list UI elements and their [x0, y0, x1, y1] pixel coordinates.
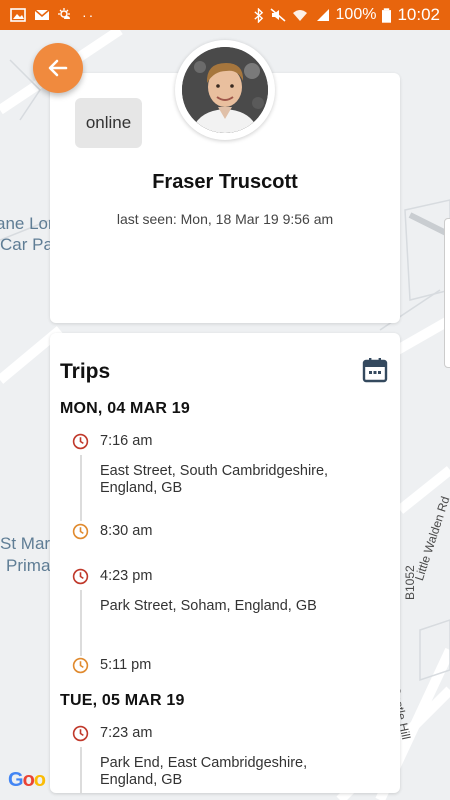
trip-time: 4:23 pm [100, 568, 153, 584]
battery-icon [382, 7, 392, 23]
map-label: ane Lor [0, 214, 54, 233]
map-control-edge[interactable] [444, 218, 450, 368]
back-button[interactable] [33, 43, 83, 93]
trip-address: Park End, East Cambridgeshire, England, … [100, 755, 308, 788]
trip-time: 5:11 pm [100, 657, 152, 673]
clock-start-icon [72, 433, 89, 450]
battery-level: 100% [335, 6, 377, 23]
clock-end-icon [72, 657, 89, 674]
clock-time: 10:02 [397, 5, 440, 24]
weather-icon [58, 8, 70, 19]
trip-time: 8:30 am [100, 523, 153, 539]
trip-entry[interactable]: 4:23 pm Park Street, Soham, England, GB [72, 568, 392, 648]
day-header: TUE, 05 MAR 19 [60, 692, 185, 709]
trip-time: 7:16 am [100, 433, 153, 449]
trips-card: Trips MON, 04 MAR 19 7:16 am East Street… [50, 333, 400, 793]
clock-start-icon [72, 568, 89, 585]
google-logo: Goo [8, 769, 46, 791]
signal-icon [316, 9, 329, 21]
status-bar: ·· 100% 10:02 [0, 0, 450, 30]
system-icons: 100% 10:02 [253, 5, 440, 25]
trips-title: Trips [60, 360, 111, 383]
trip-entry[interactable]: 7:23 am Park End, East Cambridgeshire, E… [72, 725, 392, 793]
trip-entry[interactable]: 5:11 pm [72, 657, 392, 681]
trip-entry[interactable]: 8:30 am [72, 523, 392, 547]
wifi-icon [292, 10, 307, 21]
trip-address: East Street, South Cambridgeshire, Engla… [100, 463, 329, 496]
avatar-image [182, 47, 268, 133]
clock-end-icon [72, 523, 89, 540]
more-notifications-icon: ·· [82, 7, 96, 23]
trip-entry[interactable]: 7:16 am East Street, South Cambridgeshir… [72, 433, 392, 513]
gallery-icon [10, 8, 26, 22]
map-label: St Mar [0, 534, 51, 553]
user-name: Fraser Truscott [152, 171, 298, 193]
arrow-left-icon [48, 59, 68, 77]
bluetooth-icon [253, 7, 263, 23]
status-badge: online [75, 98, 142, 148]
trip-address: Park Street, Soham, England, GB [100, 598, 317, 614]
mute-icon [270, 8, 286, 22]
mail-icon [34, 9, 50, 20]
map-label: Prima [6, 556, 51, 575]
day-header: MON, 04 MAR 19 [60, 400, 190, 417]
notification-icons: ·· [10, 7, 95, 23]
clock-start-icon [72, 725, 89, 742]
map-label: Car Pa [0, 235, 53, 254]
last-seen-text: last seen: Mon, 18 Mar 19 9:56 am [116, 211, 334, 227]
road-label: B1052 [403, 565, 417, 600]
calendar-icon[interactable] [362, 357, 388, 383]
avatar[interactable] [175, 40, 275, 140]
trip-time: 7:23 am [100, 725, 153, 741]
